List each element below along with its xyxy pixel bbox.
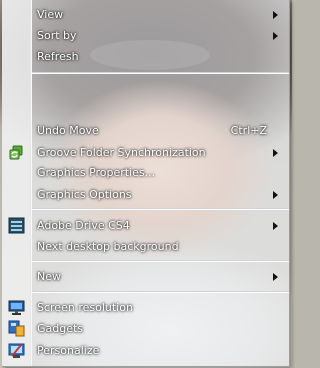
menu-item-view[interactable]: View xyxy=(2,4,289,25)
menu-item-new[interactable]: New xyxy=(2,266,289,287)
menu-item-label: Gadgets xyxy=(37,322,84,335)
menu-item-gadgets[interactable]: Gadgets xyxy=(2,318,289,339)
menu-item-refresh[interactable]: Refresh xyxy=(2,46,289,67)
menu-item-label: Screen resolution xyxy=(37,301,133,314)
menu-item-label: Graphics Properties... xyxy=(37,166,156,179)
submenu-arrow-icon xyxy=(273,11,278,19)
menu-item-sort-by[interactable]: Sort by xyxy=(2,25,289,46)
menu-item-undo-move[interactable]: Undo Move Ctrl+Z xyxy=(2,120,289,141)
menu-item-graphics-options[interactable]: Graphics Options xyxy=(2,184,289,205)
menu-item-label: Refresh xyxy=(37,50,79,63)
groove-sync-icon xyxy=(8,144,25,161)
submenu-arrow-icon xyxy=(273,222,278,230)
menu-separator xyxy=(32,208,289,210)
menu-item-graphics-properties[interactable]: Graphics Properties... xyxy=(2,162,289,183)
gadgets-icon xyxy=(8,320,25,337)
menu-item-next-desktop-background[interactable]: Next desktop background xyxy=(2,236,289,257)
menu-item-shortcut: Ctrl+Z xyxy=(230,124,267,137)
monitor-icon xyxy=(8,299,25,316)
menu-item-label: Undo Move xyxy=(37,124,99,137)
menu-item-adobe-drive[interactable]: Adobe Drive CS4 xyxy=(2,215,289,236)
submenu-arrow-icon xyxy=(273,32,278,40)
menu-item-label: New xyxy=(37,270,61,283)
menu-item-groove-folder-sync[interactable]: Groove Folder Synchronization xyxy=(2,142,289,163)
menu-item-label: Personalize xyxy=(37,344,100,357)
menu-separator xyxy=(32,260,289,262)
menu-item-label: Adobe Drive CS4 xyxy=(37,219,130,232)
menu-item-label: Graphics Options xyxy=(37,188,132,201)
adobe-drive-icon xyxy=(8,217,25,234)
menu-separator xyxy=(32,72,289,74)
personalize-icon xyxy=(8,342,25,359)
menu-item-label: Sort by xyxy=(37,29,77,42)
submenu-arrow-icon xyxy=(273,191,278,199)
menu-item-label: Groove Folder Synchronization xyxy=(37,146,206,159)
menu-item-label: Next desktop background xyxy=(37,240,179,253)
menu-item-screen-resolution[interactable]: Screen resolution xyxy=(2,297,289,318)
menu-item-label: View xyxy=(37,8,64,21)
menu-separator xyxy=(32,291,289,293)
menu-item-personalize[interactable]: Personalize xyxy=(2,340,289,361)
desktop-context-menu: View Sort by Refresh Undo Move Ctrl+Z Gr… xyxy=(2,0,290,367)
submenu-arrow-icon xyxy=(273,149,278,157)
submenu-arrow-icon xyxy=(273,273,278,281)
